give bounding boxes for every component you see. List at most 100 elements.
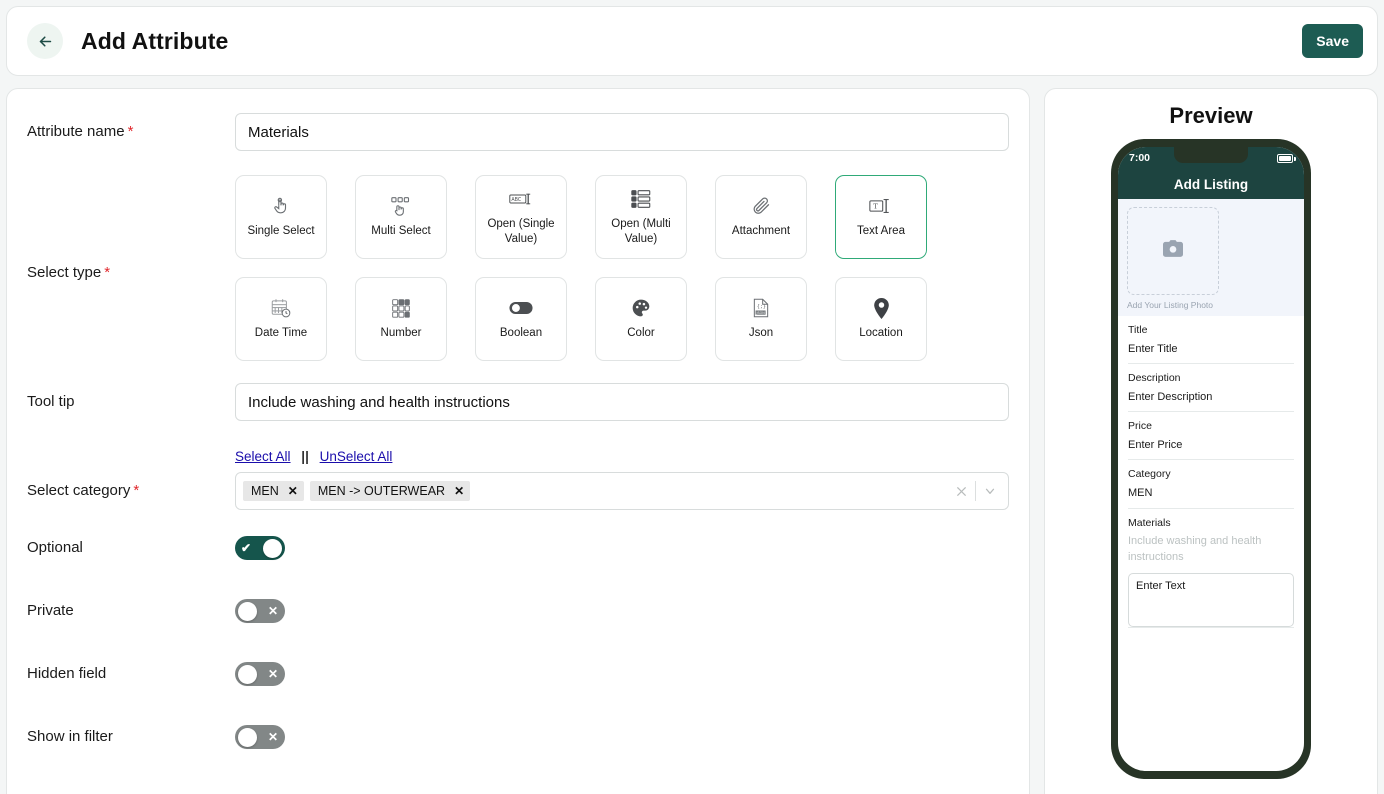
type-card-date-time[interactable]: Date Time [235, 277, 327, 361]
chip-label: MEN -> OUTERWEAR [318, 484, 445, 498]
hidden-field-toggle[interactable]: ✕ [235, 662, 285, 686]
svg-text:ABC: ABC [511, 198, 521, 204]
map-pin-icon [873, 297, 890, 319]
preview-field-category: Category MEN [1128, 460, 1294, 508]
type-option-grid: Single Select Multi Select ABC [235, 175, 1009, 361]
phone-notch [1174, 147, 1248, 163]
toggle-knob [238, 602, 257, 621]
toggle-knob [238, 728, 257, 747]
chip-label: MEN [251, 484, 279, 498]
type-card-label: Location [859, 326, 902, 340]
content-area: Attribute name* Select type* [6, 88, 1378, 794]
show-in-filter-field-wrap: ✕ [235, 725, 1009, 749]
preview-field-materials: Materials Include washing and health ins… [1128, 509, 1294, 566]
close-icon[interactable]: ✕ [454, 485, 464, 497]
field-row-attribute-name: Attribute name* [27, 113, 1009, 151]
show-in-filter-toggle[interactable]: ✕ [235, 725, 285, 749]
app-bar-title: Add Listing [1174, 177, 1248, 192]
camera-icon [1163, 240, 1183, 262]
type-card-text-area[interactable]: T Text Area [835, 175, 927, 259]
type-card-json[interactable]: {;}JSON Json [715, 277, 807, 361]
phone-screen: 7:00 Add Listing Add Your Listi [1118, 147, 1304, 771]
field-row-private: Private ✕ [27, 599, 1009, 623]
category-bulk-actions: Select All || UnSelect All [235, 449, 1009, 464]
preview-field-label: Category [1128, 467, 1294, 483]
page-header: Add Attribute Save [6, 6, 1378, 76]
page-title: Add Attribute [81, 28, 228, 55]
preview-field-label: Price [1128, 419, 1294, 435]
hidden-field-field-wrap: ✕ [235, 662, 1009, 686]
type-card-open-multi-value[interactable]: Open (Multi Value) [595, 175, 687, 259]
preview-field-hint: Include washing and health instructions [1128, 534, 1294, 565]
preview-field-value[interactable]: Enter Description [1128, 390, 1294, 405]
svg-text:{;}: {;} [757, 304, 766, 310]
toggle-knob [263, 539, 282, 558]
category-multiselect[interactable]: MEN ✕ MEN -> OUTERWEAR ✕ [235, 472, 1009, 510]
close-icon[interactable]: ✕ [288, 485, 298, 497]
field-row-optional: Optional ✔ [27, 536, 1009, 560]
text-area-icon: T [869, 195, 893, 217]
private-toggle[interactable]: ✕ [235, 599, 285, 623]
save-button[interactable]: Save [1302, 24, 1363, 58]
optional-field-wrap: ✔ [235, 536, 1009, 560]
phone-mockup: 7:00 Add Listing Add Your Listi [1111, 139, 1311, 779]
type-card-attachment[interactable]: Attachment [715, 175, 807, 259]
preview-field-label: Materials [1128, 516, 1294, 532]
checkbox-hand-icon [391, 195, 411, 217]
battery-full-icon [1277, 154, 1293, 163]
json-file-icon: {;}JSON [752, 297, 770, 319]
field-row-tool-tip: Tool tip [27, 383, 1009, 421]
preview-field-label: Title [1128, 323, 1294, 339]
preview-field-value[interactable]: MEN [1128, 486, 1294, 501]
preview-field-list: Title Enter Title Description Enter Desc… [1118, 316, 1304, 628]
category-chip[interactable]: MEN ✕ [243, 481, 304, 501]
attribute-name-input[interactable] [235, 113, 1009, 151]
preview-field-value[interactable]: Enter Title [1128, 342, 1294, 357]
close-icon: ✕ [268, 731, 278, 743]
hand-pointer-icon [272, 195, 290, 217]
type-card-boolean[interactable]: Boolean [475, 277, 567, 361]
type-card-label: Multi Select [371, 224, 430, 238]
preview-field-value[interactable]: Enter Price [1128, 438, 1294, 453]
required-asterisk: * [128, 123, 134, 140]
type-card-multi-select[interactable]: Multi Select [355, 175, 447, 259]
type-card-open-single-value[interactable]: ABC Open (Single Value) [475, 175, 567, 259]
back-button[interactable] [27, 23, 63, 59]
select-category-label: Select category* [27, 449, 235, 501]
unselect-all-link[interactable]: UnSelect All [320, 449, 393, 464]
photo-upload-box[interactable] [1127, 207, 1219, 295]
number-keypad-icon [391, 297, 411, 319]
phone-app-bar: Add Listing [1118, 169, 1304, 199]
optional-label: Optional [27, 536, 235, 558]
abc-text-icon: ABC [509, 188, 533, 210]
svg-text:JSON: JSON [756, 311, 766, 315]
select-all-link[interactable]: Select All [235, 449, 291, 464]
hidden-field-label: Hidden field [27, 662, 235, 684]
field-row-select-category: Select category* Select All || UnSelect … [27, 449, 1009, 510]
type-card-label: Color [627, 326, 654, 340]
tool-tip-input[interactable] [235, 383, 1009, 421]
svg-text:T: T [873, 203, 878, 211]
checklist-icon [631, 188, 651, 210]
category-chip-list: MEN ✕ MEN -> OUTERWEAR ✕ [243, 481, 947, 501]
type-card-single-select[interactable]: Single Select [235, 175, 327, 259]
type-card-color[interactable]: Color [595, 277, 687, 361]
type-card-label: Number [381, 326, 422, 340]
category-chip[interactable]: MEN -> OUTERWEAR ✕ [310, 481, 470, 501]
app-root: Add Attribute Save Attribute name* Selec… [0, 0, 1384, 794]
optional-toggle[interactable]: ✔ [235, 536, 285, 560]
tool-tip-field-wrap [235, 383, 1009, 421]
type-card-number[interactable]: Number [355, 277, 447, 361]
multiselect-actions [947, 478, 1004, 504]
chevron-down-icon[interactable] [976, 478, 1004, 504]
preview-textarea[interactable]: Enter Text [1128, 573, 1294, 627]
select-category-field-wrap: Select All || UnSelect All MEN ✕ MEN -> … [235, 449, 1009, 510]
type-card-location[interactable]: Location [835, 277, 927, 361]
required-asterisk: * [104, 264, 110, 281]
paperclip-icon [751, 195, 771, 217]
preview-textarea-wrap: Enter Text [1128, 565, 1294, 628]
type-card-label: Boolean [500, 326, 542, 340]
type-card-label: Single Select [247, 224, 314, 238]
preview-title: Preview [1045, 103, 1377, 129]
clear-all-icon[interactable] [947, 478, 975, 504]
